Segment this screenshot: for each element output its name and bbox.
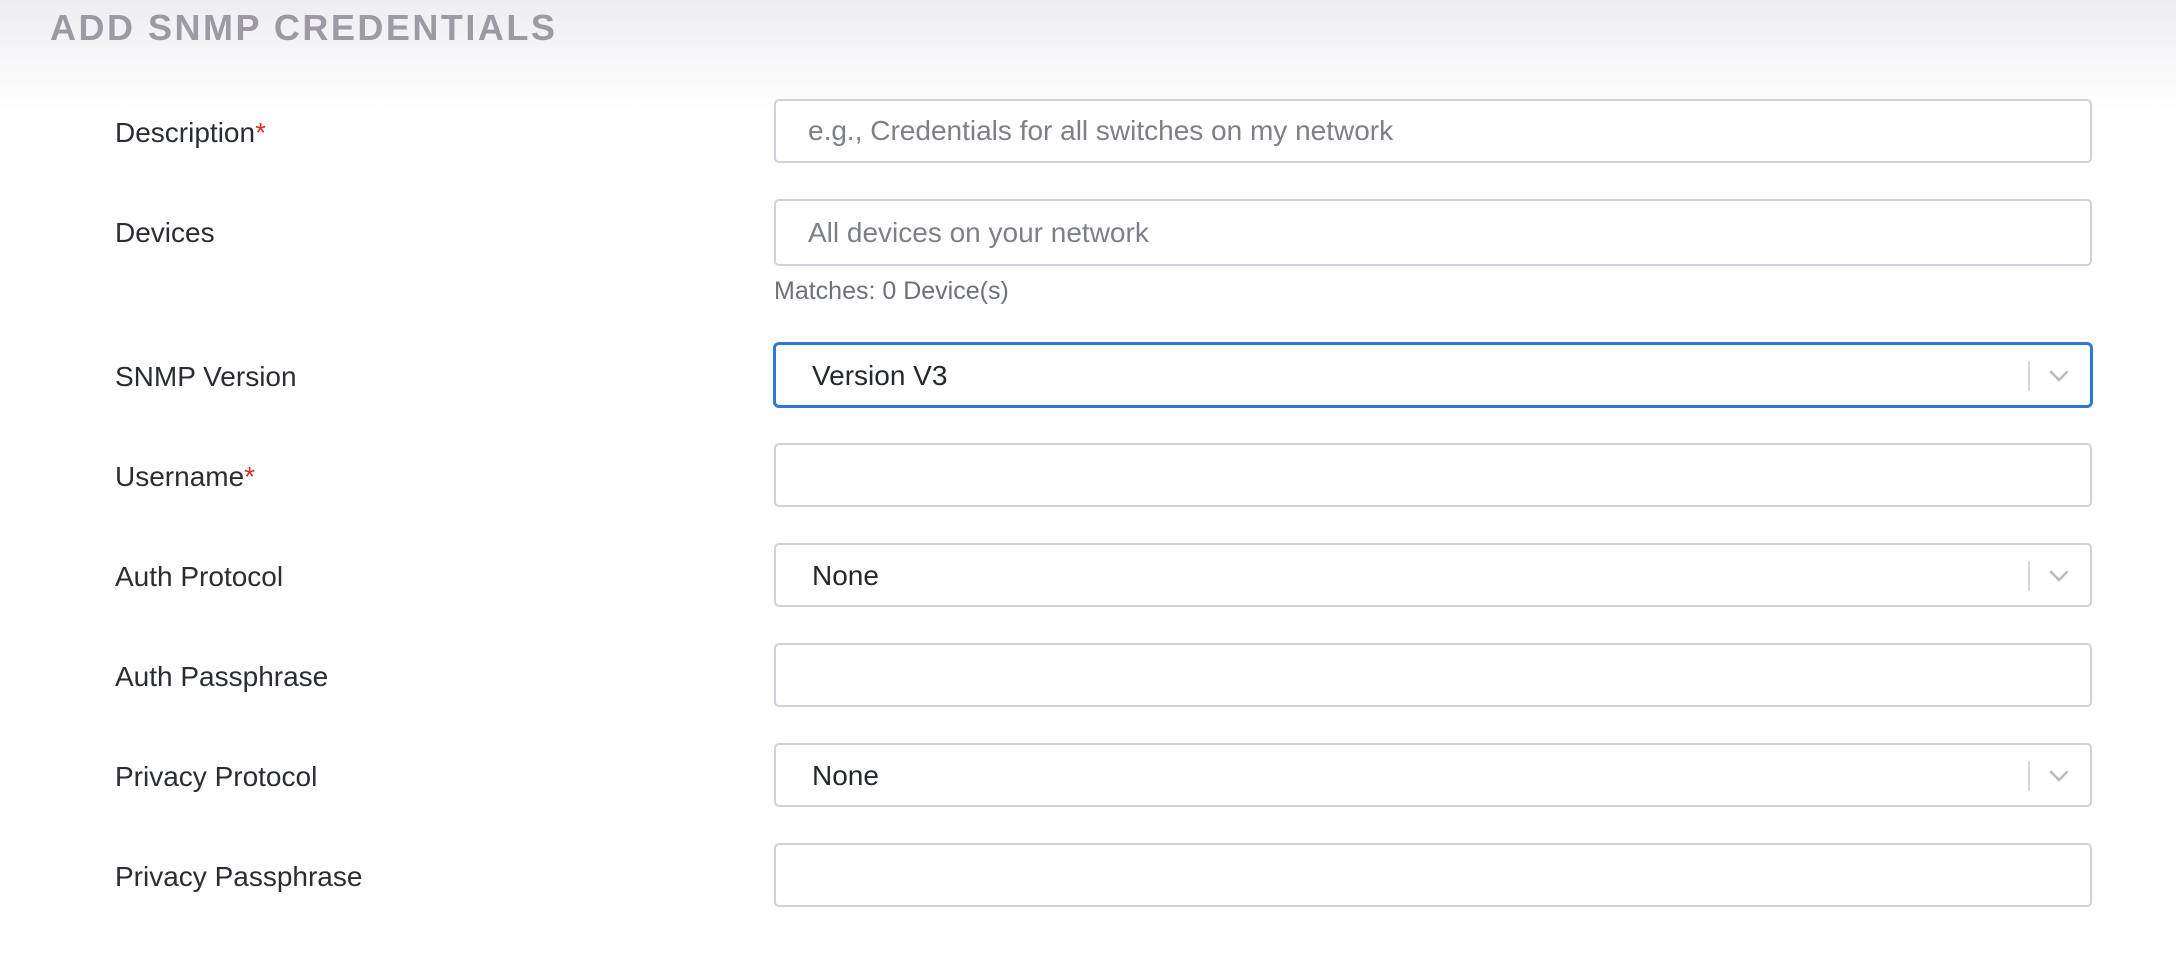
privacy-protocol-label: Privacy Protocol	[115, 761, 318, 792]
privacy-passphrase-field[interactable]	[774, 843, 2092, 907]
select-separator	[2028, 361, 2030, 391]
auth-protocol-label: Auth Protocol	[115, 561, 284, 592]
privacy-passphrase-input[interactable]	[776, 845, 2090, 905]
devices-matches-text: Matches: 0 Device(s)	[774, 277, 1009, 305]
username-label: Username*	[115, 460, 255, 494]
privacy-passphrase-label: Privacy Passphrase	[115, 861, 363, 892]
devices-label: Devices	[115, 217, 215, 248]
select-separator	[2028, 761, 2030, 791]
description-input[interactable]	[776, 101, 2090, 161]
description-field[interactable]	[774, 99, 2092, 163]
privacy-protocol-select[interactable]: None	[774, 743, 2092, 807]
devices-field[interactable]	[774, 199, 2092, 266]
add-snmp-credentials-page: ADD SNMP CREDENTIALS Description* Device…	[0, 0, 2176, 954]
required-marker: *	[255, 117, 266, 148]
chevron-down-icon[interactable]	[2044, 761, 2074, 791]
username-field[interactable]	[774, 443, 2092, 507]
chevron-down-icon[interactable]	[2044, 361, 2074, 391]
description-label: Description*	[115, 116, 266, 150]
page-header: ADD SNMP CREDENTIALS	[0, 0, 2176, 110]
auth-protocol-select[interactable]: None	[774, 543, 2092, 607]
username-input[interactable]	[776, 445, 2090, 505]
auth-protocol-value: None	[812, 560, 879, 591]
auth-passphrase-label: Auth Passphrase	[115, 661, 329, 692]
auth-passphrase-field[interactable]	[774, 643, 2092, 707]
username-label-text: Username	[115, 461, 245, 492]
snmp-version-value: Version V3	[812, 360, 948, 391]
description-label-text: Description	[115, 117, 256, 148]
page-title: ADD SNMP CREDENTIALS	[50, 7, 558, 48]
snmp-version-select[interactable]: Version V3	[774, 343, 2092, 407]
privacy-protocol-value: None	[812, 760, 879, 791]
auth-passphrase-input[interactable]	[776, 645, 2090, 705]
devices-input[interactable]	[776, 201, 2090, 264]
select-separator	[2028, 561, 2030, 591]
required-marker: *	[244, 461, 256, 492]
chevron-down-icon[interactable]	[2044, 561, 2074, 591]
snmp-version-label: SNMP Version	[115, 361, 297, 392]
